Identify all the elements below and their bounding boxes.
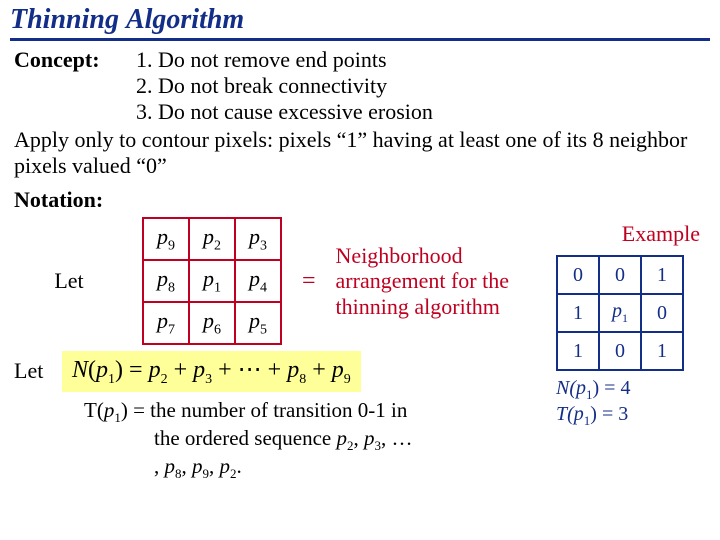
ex-r2c0: 1 bbox=[557, 332, 599, 370]
example-block: 0 0 1 1 p1 0 1 0 1 N(p1) = 4 T(p1) = 3 bbox=[556, 255, 684, 429]
cell-p7: p7 bbox=[143, 302, 189, 344]
title-rule bbox=[10, 38, 710, 41]
n-formula: N(p1) = p2 + p3 + ⋯ + p8 + p9 bbox=[62, 351, 361, 392]
ex-r0c1: 0 bbox=[599, 256, 641, 294]
concept-item-3: 3. Do not cause excessive erosion bbox=[136, 99, 433, 125]
cell-p2: p2 bbox=[189, 218, 235, 260]
ex-r2c2: 1 bbox=[641, 332, 683, 370]
neighborhood-table: p9 p2 p3 p8 p1 p4 p7 p6 p5 bbox=[142, 217, 282, 345]
concept-label: Concept: bbox=[14, 47, 124, 125]
cell-p5: p5 bbox=[235, 302, 281, 344]
apply-text: Apply only to contour pixels: pixels “1”… bbox=[14, 127, 706, 179]
neighborhood-description: Neighborhood arrangement for the thinnin… bbox=[336, 243, 556, 319]
t-line-2: the ordered sequence p2, p3, … bbox=[154, 426, 413, 450]
cell-p6: p6 bbox=[189, 302, 235, 344]
ex-r1c2: 0 bbox=[641, 294, 683, 332]
cell-p3: p3 bbox=[235, 218, 281, 260]
example-table: 0 0 1 1 p1 0 1 0 1 bbox=[556, 255, 684, 371]
concept-list: 1. Do not remove end points 2. Do not br… bbox=[136, 47, 433, 125]
ex-r1c0: 1 bbox=[557, 294, 599, 332]
example-results: N(p1) = 4 T(p1) = 3 bbox=[556, 377, 684, 429]
example-label: Example bbox=[622, 221, 700, 247]
ex-r0c2: 1 bbox=[641, 256, 683, 294]
cell-p9: p9 bbox=[143, 218, 189, 260]
page-title: Thinning Algorithm bbox=[10, 4, 244, 35]
t-result: T(p1) = 3 bbox=[556, 403, 684, 429]
t-line-3: , p8, p9, p2. bbox=[154, 454, 242, 478]
equals-sign: = bbox=[300, 268, 318, 295]
slide-body: Concept: 1. Do not remove end points 2. … bbox=[0, 47, 720, 527]
n-result: N(p1) = 4 bbox=[556, 377, 684, 403]
cell-p4: p4 bbox=[235, 260, 281, 302]
concept-item-1: 1. Do not remove end points bbox=[136, 47, 433, 73]
cell-p8: p8 bbox=[143, 260, 189, 302]
let-label-2: Let bbox=[14, 358, 52, 384]
ex-r1c1: p1 bbox=[599, 294, 641, 332]
concept-item-2: 2. Do not break connectivity bbox=[136, 73, 433, 99]
let-label-1: Let bbox=[14, 268, 124, 294]
ex-r0c0: 0 bbox=[557, 256, 599, 294]
ex-r2c1: 0 bbox=[599, 332, 641, 370]
t-line-1: T(p1) = the number of transition 0-1 in bbox=[84, 398, 407, 422]
cell-p1: p1 bbox=[189, 260, 235, 302]
notation-label: Notation: bbox=[14, 187, 706, 213]
t-definition: T(p1) = the number of transition 0-1 in … bbox=[84, 398, 514, 483]
